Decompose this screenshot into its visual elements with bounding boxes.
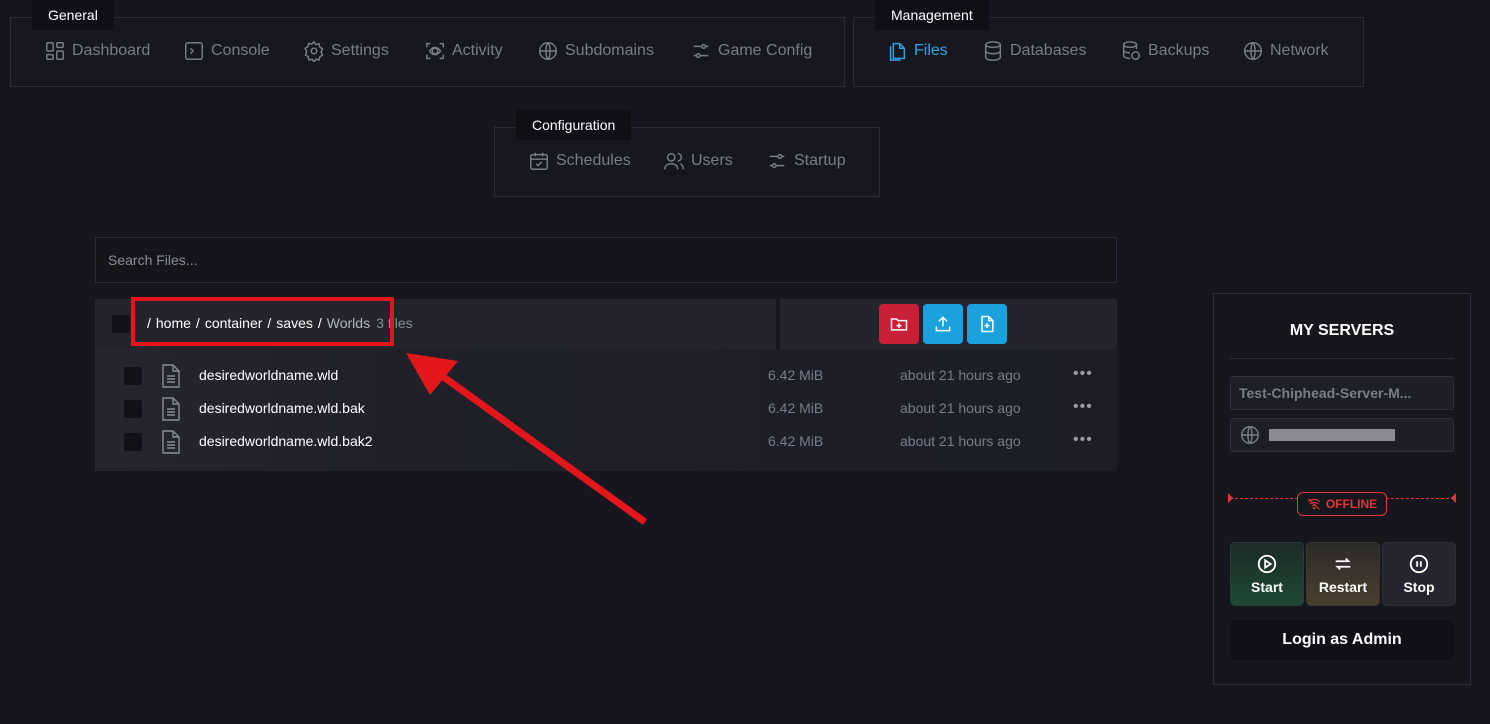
nav-item-label: Users (691, 152, 733, 169)
file-size: 6.42 MiB (768, 433, 824, 449)
nav-item-label: Backups (1148, 42, 1210, 59)
nav-item-backups[interactable]: Backups (1120, 40, 1209, 62)
nav-item-console[interactable]: Console (183, 40, 270, 62)
file-size: 6.42 MiB (768, 400, 824, 416)
login-as-admin-button[interactable]: Login as Admin (1230, 620, 1454, 660)
nav-item-label: Game Config (718, 42, 813, 59)
users-icon (664, 152, 684, 170)
file-menu-button[interactable]: ••• (1073, 398, 1093, 416)
redacted-address (1269, 429, 1395, 441)
nav-group-configuration-title: Configuration (516, 110, 632, 140)
nav-item-subdomains[interactable]: Subdomains (537, 40, 654, 62)
file-menu-button[interactable]: ••• (1073, 365, 1093, 383)
status-text: OFFLINE (1325, 497, 1378, 511)
file-menu-button[interactable]: ••• (1073, 431, 1093, 449)
nav-item-startup[interactable]: Startup (766, 150, 846, 172)
search-files-input[interactable] (95, 237, 1117, 283)
divider (1230, 358, 1454, 359)
folder-plus-icon (890, 318, 908, 331)
annotation-highlight-box (131, 297, 394, 346)
sliders-icon (693, 43, 709, 59)
file-plus-icon (981, 315, 994, 333)
nav-item-dashboard[interactable]: Dashboard (44, 40, 150, 62)
nav-item-databases[interactable]: Databases (982, 40, 1087, 62)
new-file-button[interactable] (967, 304, 1007, 344)
globe-icon (539, 42, 557, 60)
backup-icon (1122, 41, 1140, 60)
upload-button[interactable] (923, 304, 963, 344)
nav-group-management-title: Management (875, 0, 989, 30)
nav-item-label: Databases (1010, 42, 1087, 59)
nav-item-label: Console (211, 42, 270, 59)
file-name[interactable]: desiredworldname.wld (199, 367, 338, 383)
sliders-icon (769, 153, 785, 169)
upload-icon (935, 316, 951, 332)
select-all-checkbox[interactable] (112, 315, 130, 333)
file-icon (162, 364, 180, 388)
nav-item-activity[interactable]: Activity (424, 40, 503, 62)
nav-item-users[interactable]: Users (663, 150, 733, 172)
status-line-start-cap (1228, 493, 1233, 503)
globe-icon (1244, 42, 1262, 60)
nav-item-network[interactable]: Network (1242, 40, 1329, 62)
my-servers-title: MY SERVERS (1289, 322, 1395, 339)
play-icon (1257, 554, 1277, 574)
restart-icon (1335, 557, 1351, 571)
create-folder-button[interactable] (879, 304, 919, 344)
nav-item-settings[interactable]: Settings (303, 40, 389, 62)
status-line-end-cap (1451, 493, 1456, 503)
restart-button[interactable]: Restart (1306, 542, 1380, 606)
file-size: 6.42 MiB (768, 367, 824, 383)
stop-label: Stop (1403, 579, 1435, 595)
file-checkbox[interactable] (124, 367, 142, 385)
file-checkbox[interactable] (124, 400, 142, 418)
nav-item-label: Schedules (556, 152, 631, 169)
status-badge: OFFLINE (1297, 492, 1387, 516)
nav-item-label: Subdomains (565, 42, 654, 59)
restart-label: Restart (1318, 579, 1368, 595)
nav-item-label: Dashboard (72, 42, 151, 59)
file-modified: about 21 hours ago (900, 367, 1021, 383)
nav-item-files[interactable]: Files (886, 40, 948, 62)
nav-item-schedules[interactable]: Schedules (528, 150, 631, 172)
globe-icon (1241, 426, 1259, 444)
file-name[interactable]: desiredworldname.wld.bak2 (199, 433, 373, 449)
file-icon (162, 430, 180, 454)
nav-item-label: Startup (794, 152, 846, 169)
nav-item-label: Network (1270, 42, 1329, 59)
stop-button[interactable]: Stop (1382, 542, 1456, 606)
nav-group-general-title: General (32, 0, 114, 30)
file-modified: about 21 hours ago (900, 433, 1021, 449)
wifi-off-icon (1307, 498, 1321, 510)
nav-item-game-config[interactable]: Game Config (690, 40, 812, 62)
activity-icon (426, 42, 444, 60)
files-icon (889, 42, 906, 61)
file-checkbox[interactable] (124, 433, 142, 451)
start-label: Start (1251, 579, 1283, 595)
console-icon (185, 42, 203, 60)
gear-icon (304, 40, 324, 62)
file-icon (162, 397, 180, 421)
server-name-field[interactable]: Test-Chiphead-Server-M... (1230, 376, 1454, 410)
start-button[interactable]: Start (1230, 542, 1304, 606)
nav-item-label: Activity (452, 42, 503, 59)
calendar-icon (530, 152, 548, 170)
annotation-arrow (406, 353, 648, 525)
server-address-field[interactable] (1230, 418, 1454, 452)
file-modified: about 21 hours ago (900, 400, 1021, 416)
nav-item-label: Files (914, 42, 948, 59)
dashboard-icon (46, 42, 64, 60)
nav-item-label: Settings (331, 42, 389, 59)
my-servers-panel: MY SERVERS Test-Chiphead-Server-M... OFF… (1213, 293, 1471, 685)
database-icon (984, 41, 1002, 61)
pause-icon (1409, 554, 1429, 574)
file-name[interactable]: desiredworldname.wld.bak (199, 400, 365, 416)
